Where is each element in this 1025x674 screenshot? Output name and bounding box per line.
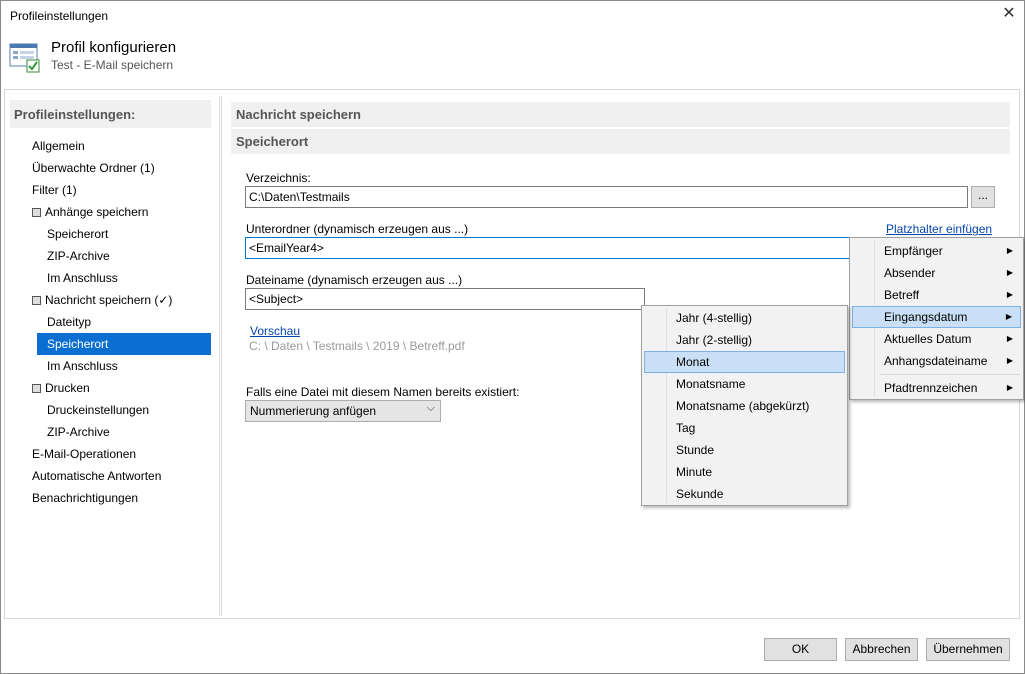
sidebar-item-label: Speicherort [47,337,109,351]
submenu-arrow-icon: ▶ [1006,268,1013,277]
insert-placeholder-link[interactable]: Platzhalter einfügen [886,222,992,236]
chevron-down-icon: ⌵ [426,402,435,414]
sidebar-item-nachricht-speicherort[interactable]: Speicherort [37,333,211,355]
date-submenu: Jahr (4-stellig) Jahr (2-stellig) Monat … [641,305,848,506]
submenu-item-jahr-2[interactable]: Jahr (2-stellig) [644,329,845,351]
sidebar-item-automatische-antworten[interactable]: Automatische Antworten [32,465,161,487]
placeholder-menu: Empfänger ▶ Absender ▶ Betreff ▶ Eingang… [849,237,1024,400]
sidebar-item-label: Nachricht speichern (✓) [45,293,173,307]
menu-item-absender[interactable]: Absender ▶ [852,262,1021,284]
sidebar-item-label: Dateityp [47,315,92,329]
sidebar-item-anhaenge-speichern[interactable]: Anhänge speichern [32,201,148,223]
submenu-item-monatsname-abgekuerzt[interactable]: Monatsname (abgekürzt) [644,395,845,417]
submenu-arrow-icon: ▶ [1006,334,1013,343]
directory-field[interactable]: C:\Daten\Testmails [245,186,968,208]
submenu-arrow-icon: ▶ [1005,312,1012,321]
apply-button[interactable]: Übernehmen [926,638,1010,661]
sidebar-item-label: Drucken [45,381,90,395]
sidebar-item-label: Speicherort [47,227,109,241]
browse-button[interactable]: ... [971,186,995,208]
submenu-item-monatsname[interactable]: Monatsname [644,373,845,395]
sidebar-item-label: Automatische Antworten [32,469,162,483]
sidebar-item-label: Im Anschluss [47,271,118,285]
sidebar-item-ueberwachte-ordner[interactable]: Überwachte Ordner (1) [32,157,155,179]
submenu-item-stunde[interactable]: Stunde [644,439,845,461]
sidebar-item-anhaenge-zip-archive[interactable]: ZIP-Archive [47,245,110,267]
submenu-arrow-icon: ▶ [1006,383,1013,392]
sidebar-item-label: Allgemein [32,139,85,153]
menu-item-aktuelles-datum[interactable]: Aktuelles Datum ▶ [852,328,1021,350]
menu-item-label: Betreff [884,288,920,302]
menu-item-pfadtrennzeichen[interactable]: Pfadtrennzeichen ▶ [852,377,1021,399]
menu-item-label: Aktuelles Datum [884,332,972,346]
close-icon[interactable]: ✕ [998,3,1020,25]
submenu-item-minute[interactable]: Minute [644,461,845,483]
window-title: Profileinstellungen [10,9,109,23]
subsection-title: Speicherort [231,129,1010,154]
submenu-item-jahr-4[interactable]: Jahr (4-stellig) [644,307,845,329]
menu-item-label: Empfänger [884,244,943,258]
preview-path: C: \ Daten \ Testmails \ 2019 \ Betreff.… [249,339,465,353]
cancel-button[interactable]: Abbrechen [845,638,918,661]
directory-label: Verzeichnis: [246,171,311,185]
submenu-item-sekunde[interactable]: Sekunde [644,483,845,505]
page-subtitle: Test - E-Mail speichern [51,58,174,72]
sidebar-item-label: ZIP-Archive [47,425,110,439]
sidebar-item-label: ZIP-Archive [47,249,110,263]
sidebar-item-filter[interactable]: Filter (1) [32,179,77,201]
sidebar-item-label: Anhänge speichern [45,205,149,219]
sidebar-item-nachricht-im-anschluss[interactable]: Im Anschluss [47,355,118,377]
menu-item-label: Absender [884,266,936,280]
menu-item-anhangsdateiname[interactable]: Anhangsdateiname ▶ [852,350,1021,372]
sidebar-item-label: Benachrichtigungen [32,491,139,505]
submenu-arrow-icon: ▶ [1006,290,1013,299]
menu-item-empfaenger[interactable]: Empfänger ▶ [852,240,1021,262]
sidebar-item-nachricht-speichern[interactable]: Nachricht speichern (✓) [32,289,172,311]
page-title: Profil konfigurieren [51,39,177,56]
section-title: Nachricht speichern [231,102,1010,127]
sidebar-item-label: Druckeinstellungen [47,403,150,417]
sidebar-heading: Profileinstellungen: [10,100,211,128]
menu-separator [880,374,1020,375]
submenu-item-tag[interactable]: Tag [644,417,845,439]
subfolder-label: Unterordner (dynamisch erzeugen aus ...) [246,222,469,236]
preview-link[interactable]: Vorschau [250,324,300,338]
menu-item-betreff[interactable]: Betreff ▶ [852,284,1021,306]
menu-item-label: Pfadtrennzeichen [884,381,978,395]
submenu-arrow-icon: ▶ [1006,246,1013,255]
file-exists-label: Falls eine Datei mit diesem Namen bereit… [246,385,520,399]
submenu-arrow-icon: ▶ [1006,356,1013,365]
sidebar-item-dateityp[interactable]: Dateityp [47,311,91,333]
sidebar-item-label: Überwachte Ordner (1) [32,161,155,175]
printer-icon [32,384,41,393]
sidebar-item-drucken-zip-archive[interactable]: ZIP-Archive [47,421,110,443]
menu-item-label: Eingangsdatum [884,310,968,324]
filename-field[interactable]: <Subject> [245,288,645,310]
menu-item-eingangsdatum[interactable]: Eingangsdatum ▶ [852,306,1021,328]
sidebar-item-druckeinstellungen[interactable]: Druckeinstellungen [47,399,149,421]
sidebar-item-anhaenge-im-anschluss[interactable]: Im Anschluss [47,267,118,289]
file-exists-value: Nummerierung anfügen [250,404,377,418]
file-exists-dropdown[interactable]: Nummerierung anfügen ⌵ [245,400,441,422]
sidebar-item-email-operationen[interactable]: E-Mail-Operationen [32,443,136,465]
sidebar-item-label: Im Anschluss [47,359,118,373]
subfolder-field[interactable]: <EmailYear4> [245,237,855,259]
sidebar-item-label: Filter (1) [32,183,77,197]
sidebar-item-benachrichtigungen[interactable]: Benachrichtigungen [32,487,138,509]
pane-splitter[interactable] [219,96,222,616]
sidebar-item-drucken[interactable]: Drucken [32,377,90,399]
sidebar-item-allgemein[interactable]: Allgemein [32,135,85,157]
sidebar-item-label: E-Mail-Operationen [32,447,137,461]
submenu-item-monat[interactable]: Monat [644,351,845,373]
filename-label: Dateiname (dynamisch erzeugen aus ...) [246,273,463,287]
menu-item-label: Anhangsdateiname [884,354,988,368]
attachment-save-icon [32,208,41,217]
message-save-icon [32,296,41,305]
settings-window-check-icon [9,41,41,73]
ok-button[interactable]: OK [764,638,837,661]
sidebar-item-anhaenge-speicherort[interactable]: Speicherort [47,223,108,245]
